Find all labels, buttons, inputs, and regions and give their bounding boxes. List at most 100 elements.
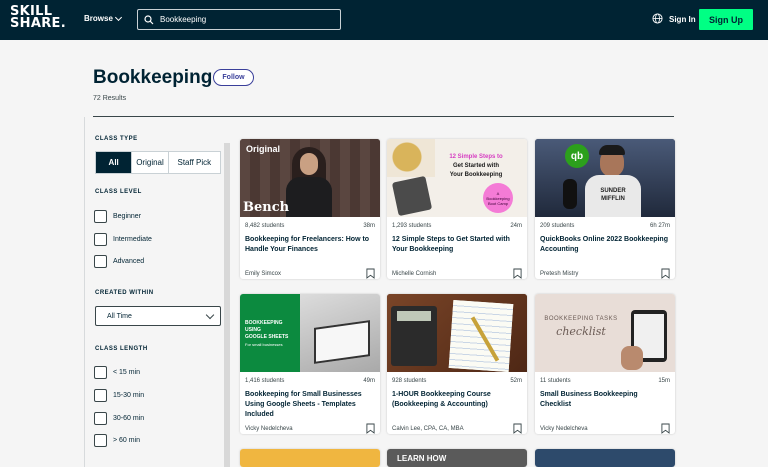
search-input[interactable] [160, 15, 330, 24]
search-bar[interactable] [137, 9, 341, 30]
class-title[interactable]: 1-HOUR Bookkeeping Course (Bookkeeping &… [387, 390, 527, 420]
class-card-partial[interactable]: LEARN HOW [387, 449, 527, 467]
sidebar-border [84, 117, 85, 467]
teacher-name[interactable]: Calvin Lee, CPA, CA, MBA [392, 426, 464, 432]
class-type-staff-pick[interactable]: Staff Pick [167, 152, 220, 173]
class-card[interactable]: 12 Simple Steps to Get Started with Your… [387, 139, 527, 279]
bookmark-icon[interactable] [513, 268, 522, 279]
class-thumbnail[interactable]: qb SUNDER MIFFLIN [535, 139, 675, 217]
checkbox[interactable] [94, 233, 107, 246]
student-count: 1,416 students [245, 378, 285, 384]
length-15-30-checkbox[interactable]: 15-30 min [94, 389, 144, 402]
class-duration: 6h 27m [649, 223, 670, 229]
skillshare-logo[interactable]: SKILL SHARE. [10, 5, 66, 30]
class-card-partial[interactable] [535, 449, 675, 467]
class-duration: 24m [510, 223, 522, 229]
thumbnail-line-2: checklist [556, 325, 606, 338]
teacher-name[interactable]: Vicky Nedelcheva [245, 426, 293, 432]
instructor-shirt: SUNDER MIFFLIN [585, 175, 641, 217]
thumbnail-text: BOOKKEEPING USING GOOGLE SHEETS For smal… [245, 320, 288, 348]
checkbox[interactable] [94, 255, 107, 268]
filters-sidebar: CLASS TYPE All Original Staff Pick CLASS… [0, 117, 232, 467]
class-title[interactable]: 12 Simple Steps to Get Started with Your… [387, 235, 527, 265]
class-thumbnail[interactable]: BOOKKEEPING USING GOOGLE SHEETS For smal… [240, 294, 380, 372]
calculator-display [397, 311, 431, 321]
shirt-text-2: MIFFLIN [601, 196, 625, 202]
browse-menu[interactable]: Browse [84, 13, 122, 23]
checkbox-label: Beginner [113, 213, 142, 220]
teacher-name[interactable]: Emily Simcox [245, 271, 281, 277]
class-card[interactable]: BOOKKEEPING TASKS checklist 11 students 1… [535, 294, 675, 434]
class-duration: 15m [658, 378, 670, 384]
bench-logo: Bench [243, 200, 290, 215]
level-advanced-checkbox[interactable]: Advanced [94, 255, 144, 268]
thumbnail-line-3: GOOGLE SHEETS [245, 334, 289, 340]
sign-up-button[interactable]: Sign Up [699, 9, 753, 30]
length-under-15-checkbox[interactable]: < 15 min [94, 366, 140, 379]
class-card[interactable]: Original Bench 8,482 students 38m Bookkee… [240, 139, 380, 279]
class-thumbnail[interactable]: BOOKKEEPING TASKS checklist [535, 294, 675, 372]
class-footer: Vicky Nedelcheva [240, 423, 380, 434]
top-navigation-bar: SKILL SHARE. Browse Sign In Sign Up [0, 0, 768, 40]
student-count: 11 students [540, 378, 571, 384]
class-card[interactable]: qb SUNDER MIFFLIN 209 students 6h 27m Qui… [535, 139, 675, 279]
bookmark-icon[interactable] [661, 268, 670, 279]
teacher-name[interactable]: Pretesh Mistry [540, 271, 578, 277]
teacher-name[interactable]: Michelle Cornish [392, 271, 436, 277]
length-30-60-checkbox[interactable]: 30-60 min [94, 412, 144, 425]
chevron-down-icon [205, 310, 215, 320]
class-meta: 8,482 students 38m [240, 223, 380, 229]
class-thumbnail[interactable]: Original Bench [240, 139, 380, 217]
checkbox[interactable] [94, 434, 107, 447]
class-type-segmented-control: All Original Staff Pick [95, 151, 221, 174]
bookmark-icon[interactable] [513, 423, 522, 434]
length-over-60-checkbox[interactable]: > 60 min [94, 434, 140, 447]
class-thumbnail[interactable] [240, 449, 380, 467]
page-title: Bookkeeping [93, 67, 213, 88]
class-card-partial[interactable] [240, 449, 380, 467]
class-footer: Pretesh Mistry [535, 268, 675, 279]
search-icon [144, 14, 154, 24]
created-within-select[interactable]: All Time [95, 306, 221, 326]
student-count: 209 students [540, 223, 575, 229]
class-meta: 11 students 15m [535, 378, 675, 384]
checkbox[interactable] [94, 412, 107, 425]
thumbnail-line-1: 12 Simple Steps to [449, 154, 503, 160]
class-title[interactable]: QuickBooks Online 2022 Bookkeeping Accou… [535, 235, 675, 265]
sidebar-scrollbar[interactable] [224, 143, 230, 467]
select-value: All Time [107, 312, 132, 320]
class-title[interactable]: Bookkeeping for Freelancers: How to Hand… [240, 235, 380, 265]
bookmark-icon[interactable] [366, 268, 375, 279]
boot-camp-badge: A Bookkeeping Boot Camp [483, 183, 513, 213]
thumbnail-text: BOOKKEEPING TASKS checklist [541, 316, 621, 338]
class-type-all[interactable]: All [96, 152, 132, 173]
bookmark-icon[interactable] [661, 423, 670, 434]
thumbnail-line-1: BOOKKEEPING TASKS [544, 316, 618, 322]
class-thumbnail[interactable]: 12 Simple Steps to Get Started with Your… [387, 139, 527, 217]
class-type-original[interactable]: Original [131, 152, 167, 173]
class-thumbnail[interactable] [387, 294, 527, 372]
class-title[interactable]: Bookkeeping for Small Businesses Using G… [240, 390, 380, 420]
bookmark-icon[interactable] [366, 423, 375, 434]
created-within-label: CREATED WITHIN [95, 290, 154, 296]
student-count: 8,482 students [245, 223, 285, 229]
class-footer: Emily Simcox [240, 268, 380, 279]
class-thumbnail[interactable]: LEARN HOW [387, 449, 527, 467]
sign-in-link[interactable]: Sign In [669, 15, 696, 24]
level-beginner-checkbox[interactable]: Beginner [94, 210, 141, 223]
class-card[interactable]: BOOKKEEPING USING GOOGLE SHEETS For smal… [240, 294, 380, 434]
follow-button[interactable]: Follow [213, 69, 254, 86]
checkbox[interactable] [94, 389, 107, 402]
hand-image [621, 346, 643, 370]
checkbox-label: 15-30 min [113, 392, 145, 399]
checkbox[interactable] [94, 366, 107, 379]
checkbox[interactable] [94, 210, 107, 223]
teacher-name[interactable]: Vicky Nedelcheva [540, 426, 588, 432]
level-intermediate-checkbox[interactable]: Intermediate [94, 233, 152, 246]
class-duration: 49m [363, 378, 375, 384]
globe-icon[interactable] [652, 13, 663, 24]
class-title[interactable]: Small Business Bookkeeping Checklist [535, 390, 675, 420]
class-card[interactable]: 928 students 52m 1-HOUR Bookkeeping Cours… [387, 294, 527, 434]
class-thumbnail[interactable] [535, 449, 675, 467]
class-duration: 38m [363, 223, 375, 229]
